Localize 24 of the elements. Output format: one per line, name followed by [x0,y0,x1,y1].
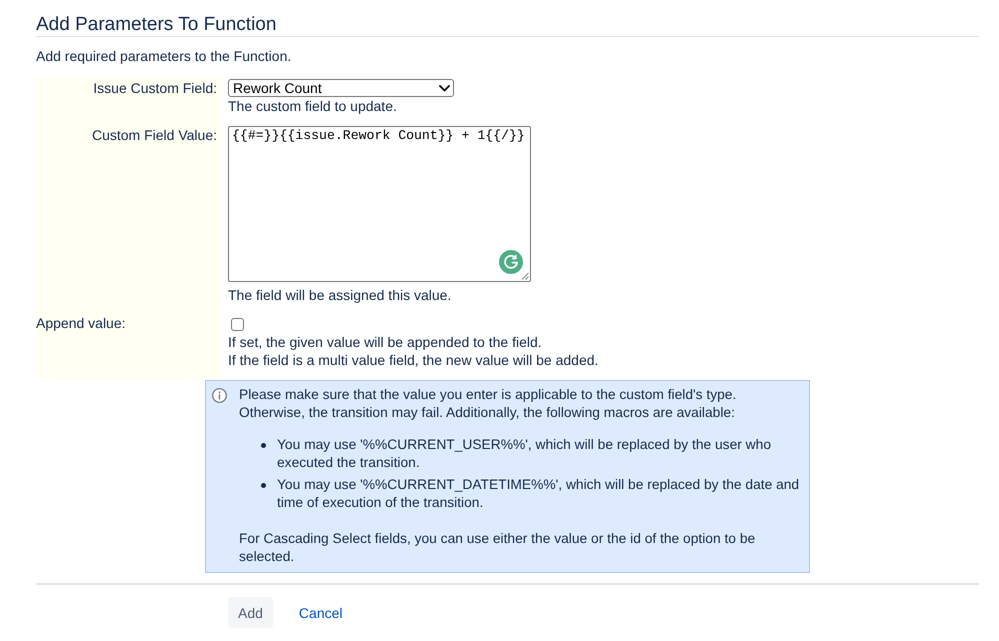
info-footer-text: For Cascading Select fields, you can use either the value or the id of the option to be selected. [239,530,756,566]
help-text: The field will be assigned this value. [228,286,452,304]
cancel-link[interactable]: Cancel [288,597,353,628]
help-text: The custom field to update. [228,97,397,115]
bullet-icon [261,483,266,488]
page-title: Add Parameters To Function [36,14,276,36]
info-text: Please make sure that the value you enter is applicable to the custom field's type. Otherwise, the transition may fail. Additionally, the following macros are available: [239,386,738,422]
page-description: Add required parameters to the Function. [36,47,292,65]
bullet-text: You may use '%%CURRENT_DATETIME%%', which will be replaced by the date and time of execution of the transition. [277,476,800,512]
field-label: Append value: [36,314,126,332]
resize-grip-icon[interactable] [521,272,529,280]
bullet-text: You may use '%%CURRENT_USER%%', which will be replaced by the user who executed the transition. [277,436,772,472]
info-icon [212,388,227,403]
bullet-icon [261,443,266,448]
circle-arrow-badge-icon[interactable] [499,250,523,274]
custom-field-select[interactable]: Rework Count [228,79,454,97]
add-button[interactable]: Add [228,597,273,628]
help-text: If the field is a multi value field, the new value will be added. [228,351,598,369]
field-label: Issue Custom Field: [93,79,217,97]
custom-field-value-textarea[interactable]: {{#=}}{{issue.Rework Count}} + 1{{/}} [228,126,531,282]
chevron-down-icon [439,84,450,92]
help-text: If set, the given value will be appended to the field. [228,333,542,351]
field-label: Custom Field Value: [92,126,217,144]
append-value-checkbox[interactable] [231,318,244,330]
